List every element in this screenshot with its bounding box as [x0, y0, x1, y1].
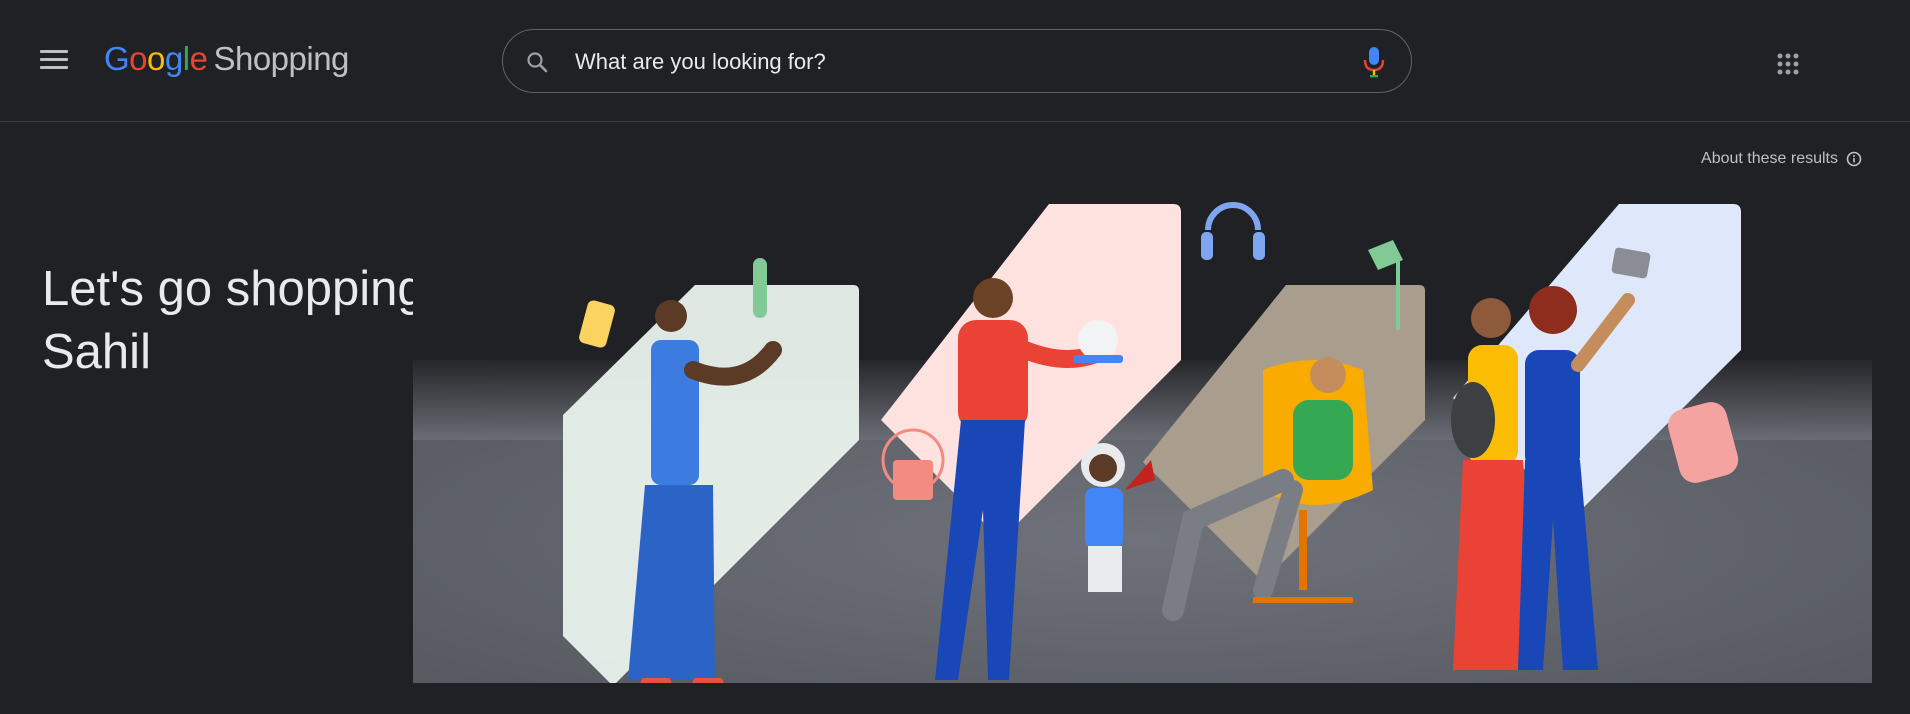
greeting-user-name: Sahil: [42, 325, 151, 379]
search-icon[interactable]: [525, 50, 549, 74]
search-input[interactable]: [573, 44, 1337, 80]
greeting-line-1: Let's go shopping,: [42, 262, 439, 316]
apps-grid-icon[interactable]: [1776, 52, 1800, 76]
logo-product-name: Shopping: [213, 40, 349, 77]
about-these-results-link[interactable]: About these results: [1701, 150, 1862, 168]
info-icon[interactable]: [1846, 151, 1862, 167]
greeting-heading: Let's go shopping, Sahil: [42, 258, 438, 384]
about-label: About these results: [1701, 150, 1838, 167]
microphone-icon[interactable]: [1363, 46, 1385, 78]
hamburger-menu-icon[interactable]: [40, 50, 68, 72]
google-shopping-logo[interactable]: Google Shopping: [104, 40, 349, 78]
search-box[interactable]: [502, 29, 1412, 93]
hero-illustration: [413, 190, 1872, 683]
top-bar: Google Shopping: [0, 0, 1910, 122]
